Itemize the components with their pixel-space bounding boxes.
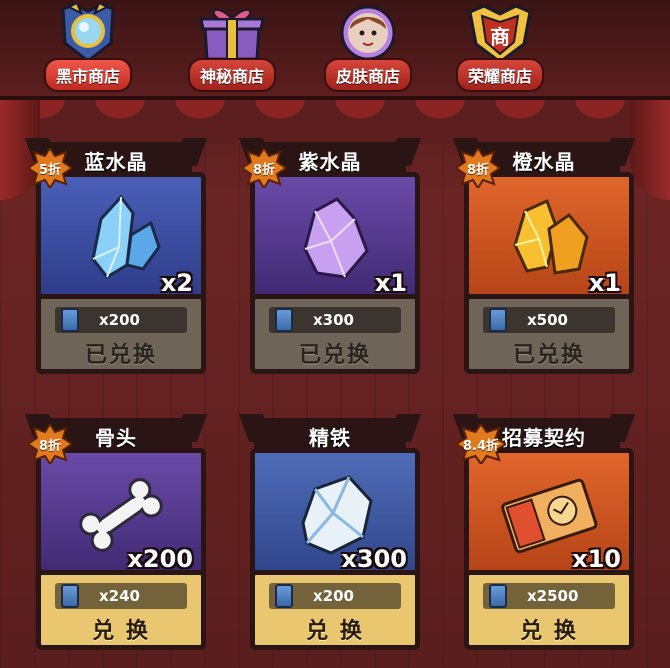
item-panel: x1 — [464, 172, 634, 308]
price-bar: x500 — [483, 307, 615, 333]
redeemed-label: 已兑换 — [298, 343, 371, 368]
item-quantity: x1 — [374, 269, 407, 297]
ticket-icon — [61, 584, 79, 608]
item-name: 招募契约 — [502, 425, 586, 450]
item-panel: x300 — [250, 448, 420, 584]
svg-text:商: 商 — [490, 25, 510, 49]
exchange-footer: x200 已兑换 — [36, 294, 206, 374]
item-quantity: x10 — [572, 545, 621, 573]
ticket-icon — [275, 584, 293, 608]
character-portrait-icon — [332, 2, 404, 66]
shop-item-card-orange-crystal[interactable]: 橙水晶 x1 8折 x500 已兑换 — [452, 138, 636, 388]
gift-box-icon — [196, 2, 268, 66]
item-price: x2500 — [527, 587, 579, 605]
item-name: 橙水晶 — [512, 149, 576, 174]
tab-label: 黑市商店 — [43, 58, 132, 92]
discount-text: 8折 — [38, 438, 62, 454]
exchange-button[interactable]: 兑 换 — [255, 613, 415, 645]
item-panel: x1 — [250, 172, 420, 308]
item-price: x240 — [99, 587, 140, 605]
tab-mystery-shop[interactable]: 神秘商店 — [172, 0, 292, 92]
price-bar: x300 — [269, 307, 401, 333]
discount-text: 5折 — [38, 162, 62, 178]
discount-text: 8折 — [466, 162, 490, 178]
tab-honor-shop[interactable]: 商 荣耀商店 — [440, 0, 560, 92]
discount-badge: 8折 — [242, 148, 286, 188]
discount-badge: 8.4折 — [456, 424, 506, 464]
exchange-button[interactable]: 兑 换 — [41, 613, 201, 645]
shop-item-card-purple-crystal[interactable]: 紫水晶 x1 8折 x300 已兑换 — [238, 138, 422, 388]
ticket-icon — [61, 308, 79, 332]
item-quantity: x300 — [341, 545, 407, 573]
price-bar: x240 — [55, 583, 187, 609]
tab-label: 皮肤商店 — [323, 58, 412, 92]
item-price: x300 — [313, 311, 354, 329]
item-quantity: x200 — [127, 545, 193, 573]
item-name: 精铁 — [309, 425, 351, 450]
redeemed-label: 已兑换 — [84, 343, 157, 368]
discount-badge: 5折 — [28, 148, 72, 188]
item-name: 蓝水晶 — [84, 149, 148, 174]
tab-label: 荣耀商店 — [455, 58, 544, 92]
exchange-footer: x200 兑 换 — [250, 570, 420, 650]
shop-item-card-iron[interactable]: 精铁 x300 x200 兑 换 — [238, 414, 422, 664]
magnifier-emblem-icon — [52, 2, 124, 66]
item-panel: x2 — [36, 172, 206, 308]
price-bar: x2500 — [483, 583, 615, 609]
honor-shield-icon: 商 — [464, 2, 536, 66]
item-price: x500 — [527, 311, 568, 329]
ticket-icon — [489, 584, 507, 608]
item-price: x200 — [313, 587, 354, 605]
redeemed-label: 已兑换 — [512, 343, 585, 368]
exchange-footer: x2500 兑 换 — [464, 570, 634, 650]
shop-item-card-recruit-contract[interactable]: 招募契约 x10 8.4折 x2500 兑 换 — [452, 414, 636, 664]
tab-label: 神秘商店 — [187, 58, 276, 92]
item-quantity: x2 — [160, 269, 193, 297]
item-quantity: x1 — [588, 269, 621, 297]
item-panel: x200 — [36, 448, 206, 584]
shop-item-card-blue-crystal[interactable]: 蓝水晶 x2 5折 x200 已兑换 — [24, 138, 208, 388]
item-name: 紫水晶 — [298, 149, 362, 174]
price-bar: x200 — [269, 583, 401, 609]
exchange-footer: x240 兑 换 — [36, 570, 206, 650]
price-bar: x200 — [55, 307, 187, 333]
shop-item-card-bone[interactable]: 骨头 x200 8折 x240 兑 换 — [24, 414, 208, 664]
discount-badge: 8折 — [28, 424, 72, 464]
exchange-button[interactable]: 兑 换 — [469, 613, 629, 645]
tab-skin-shop[interactable]: 皮肤商店 — [308, 0, 428, 92]
discount-badge: 8折 — [456, 148, 500, 188]
exchange-footer: x500 已兑换 — [464, 294, 634, 374]
item-price: x200 — [99, 311, 140, 329]
purple-crystal-icon — [285, 189, 385, 289]
exchange-footer: x300 已兑换 — [250, 294, 420, 374]
tab-black-market[interactable]: 黑市商店 — [28, 0, 148, 92]
item-panel: x10 — [464, 448, 634, 584]
item-name: 骨头 — [95, 425, 137, 450]
blue-crystal-icon — [71, 189, 171, 289]
ticket-icon — [275, 308, 293, 332]
orange-crystal-icon — [499, 189, 599, 289]
discount-text: 8.4折 — [462, 438, 500, 454]
stage-curtain — [0, 96, 670, 144]
discount-text: 8折 — [252, 162, 276, 178]
ticket-icon — [489, 308, 507, 332]
